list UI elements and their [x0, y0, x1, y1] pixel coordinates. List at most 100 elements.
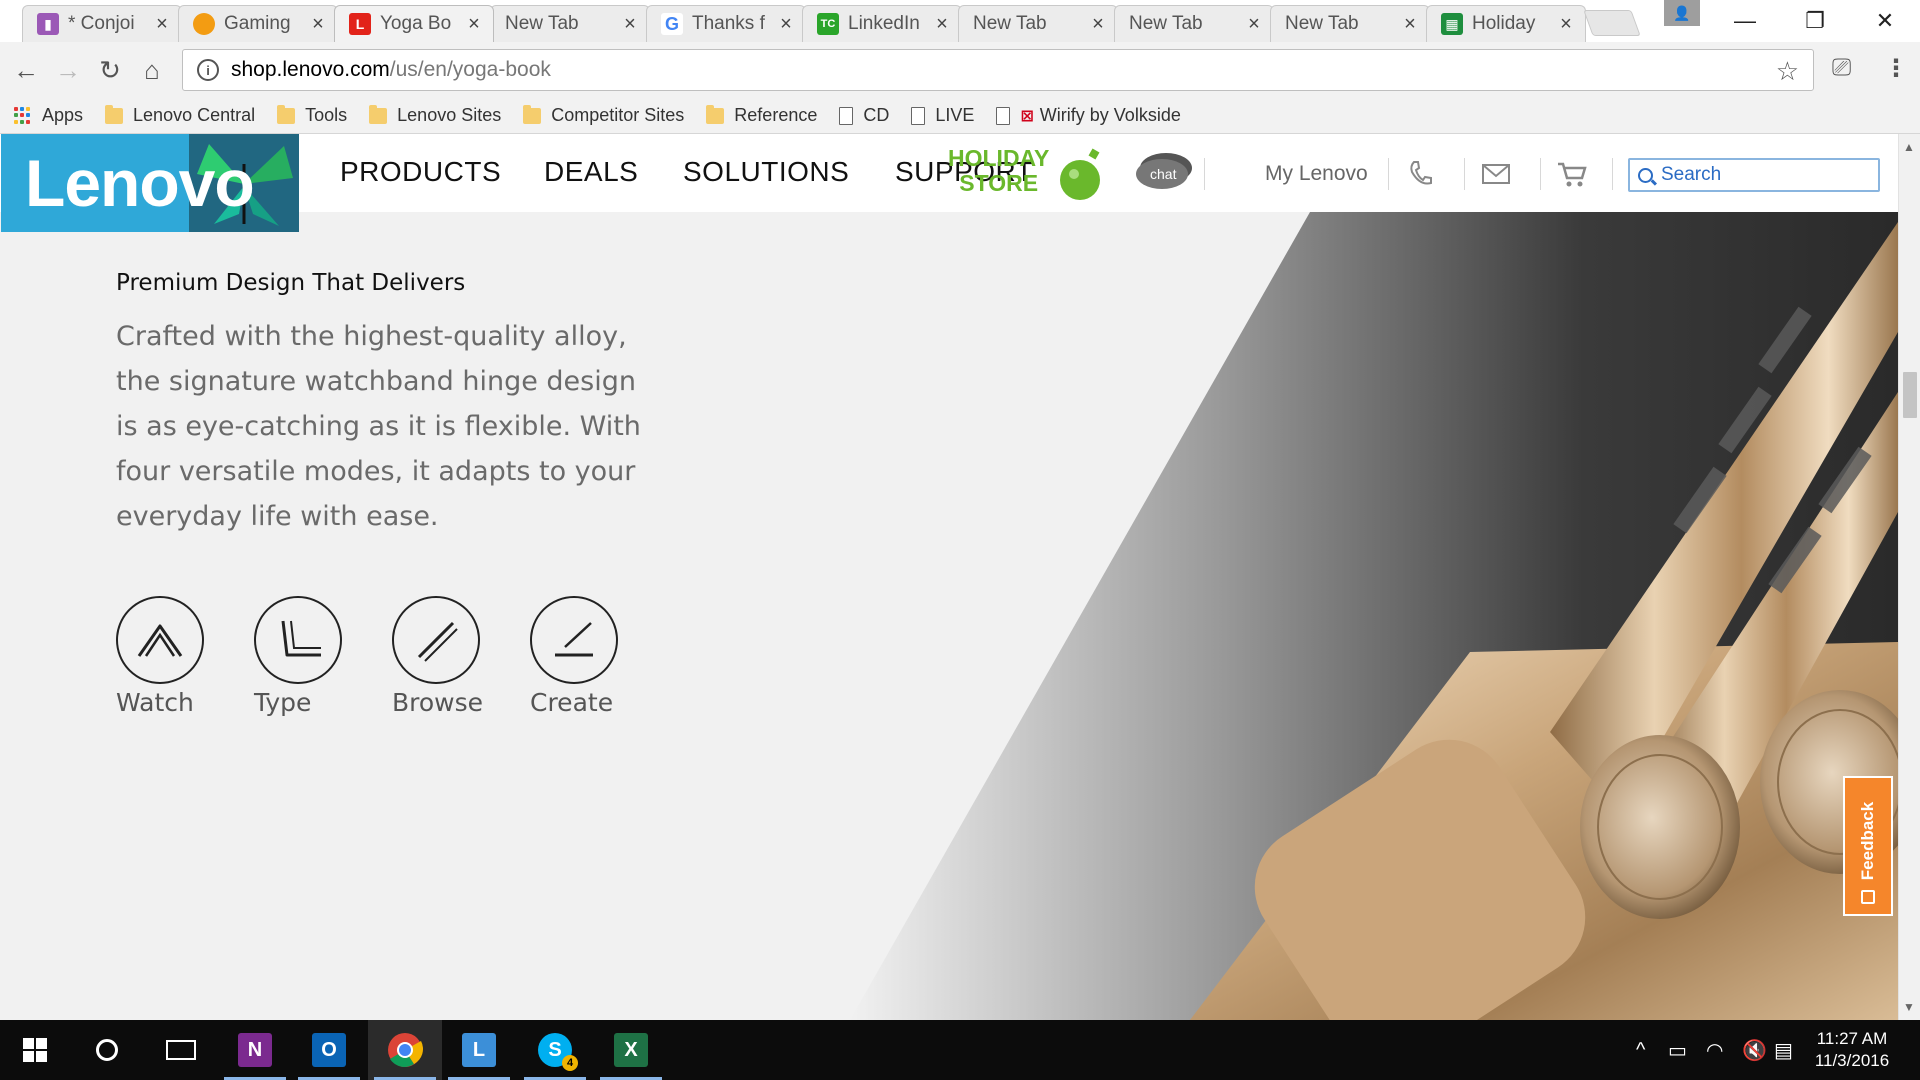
scrollbar-thumb[interactable] [1903, 372, 1917, 418]
site-header: Lenovo PRODUCTS DEALS SOLUTIONS SUPPORT … [0, 134, 1898, 232]
folder-icon [105, 104, 124, 124]
my-lenovo-link[interactable]: My Lenovo [1265, 162, 1368, 186]
taskbar-outlook[interactable]: O [292, 1020, 366, 1080]
show-hidden-icons[interactable]: ^ [1636, 1020, 1645, 1080]
notifications-icon[interactable]: ▤ [1774, 1020, 1793, 1080]
bookmark-lenovo-central[interactable]: Lenovo Central [105, 104, 255, 126]
divider [1204, 158, 1205, 190]
email-icon[interactable] [1480, 158, 1512, 190]
nav-deals[interactable]: DEALS [544, 156, 638, 188]
close-icon[interactable]: × [1089, 13, 1107, 36]
bookmark-star-icon[interactable]: ☆ [1776, 56, 1799, 87]
start-button[interactable] [0, 1020, 70, 1080]
cortana-button[interactable] [70, 1020, 144, 1080]
volume-muted-icon[interactable]: 🔇 [1742, 1020, 1767, 1080]
forward-icon[interactable]: → [48, 50, 88, 90]
windows-logo-icon [23, 1038, 47, 1062]
phone-icon[interactable] [1404, 158, 1436, 190]
bookmark-label: Apps [42, 105, 84, 125]
mode-type: Type [254, 596, 342, 717]
taskbar-chrome[interactable] [368, 1020, 442, 1080]
tab-conjoi[interactable]: ▮ * Conjoi × [22, 5, 182, 42]
tab-strip: ▮ * Conjoi × Gaming × L Yoga Bo × New Ta… [0, 0, 1920, 42]
tab-new-tab[interactable]: New Tab × [1114, 5, 1274, 42]
close-icon[interactable]: × [777, 13, 795, 36]
watch-mode-icon [116, 596, 204, 684]
nav-solutions[interactable]: SOLUTIONS [683, 156, 849, 188]
cortana-icon [96, 1039, 118, 1061]
tab-new-tab[interactable]: New Tab × [490, 5, 650, 42]
tab-linkedin[interactable]: TC LinkedIn × [802, 5, 962, 42]
bookmark-live[interactable]: LIVE [911, 105, 974, 126]
bookmark-wirify[interactable]: ⊠ Wirify by Volkside [996, 105, 1181, 126]
reload-icon[interactable]: ↻ [90, 50, 130, 90]
apps-grid-icon [14, 106, 32, 125]
restore-icon[interactable]: ❐ [1780, 0, 1850, 42]
ornament-icon[interactable] [1058, 148, 1106, 202]
tab-holiday[interactable]: ▦ Holiday × [1426, 5, 1586, 42]
close-icon[interactable]: × [309, 13, 327, 36]
taskbar-onenote[interactable]: N [218, 1020, 292, 1080]
taskbar-excel[interactable]: X [594, 1020, 668, 1080]
outlook-icon: O [312, 1033, 346, 1067]
profile-avatar-icon[interactable]: 👤 [1664, 0, 1700, 26]
lenovo-favicon-icon: L [349, 13, 371, 35]
close-icon[interactable]: × [1401, 13, 1419, 36]
search-input[interactable]: Search [1628, 158, 1880, 192]
cast-icon[interactable]: ⎚ [1832, 54, 1851, 82]
bookmark-label: Tools [305, 105, 348, 125]
taskbar-lync[interactable]: L [442, 1020, 516, 1080]
tab-gaming[interactable]: Gaming × [178, 5, 338, 42]
close-icon[interactable]: × [1245, 13, 1263, 36]
info-icon[interactable]: i [197, 59, 219, 81]
battery-icon[interactable]: ▭ [1668, 1020, 1687, 1080]
nav-products[interactable]: PRODUCTS [340, 156, 501, 188]
close-icon[interactable]: × [621, 13, 639, 36]
cart-icon[interactable] [1556, 158, 1588, 190]
menu-icon[interactable]: ⋮ [1884, 54, 1908, 83]
holiday-store-link[interactable]: HOLIDAY STORE [948, 146, 1049, 196]
new-tab-button[interactable] [1583, 10, 1641, 36]
close-icon[interactable]: × [153, 13, 171, 36]
close-icon[interactable]: × [465, 13, 483, 36]
search-icon [1638, 167, 1653, 183]
scroll-down-icon[interactable]: ▼ [1903, 1000, 1915, 1014]
bookmark-reference[interactable]: Reference [706, 104, 817, 126]
minimize-icon[interactable]: — [1710, 0, 1780, 42]
task-view-button[interactable] [144, 1020, 218, 1080]
chat-icon[interactable]: chat [1134, 150, 1194, 192]
taskbar-skype[interactable]: S 4 [518, 1020, 592, 1080]
lync-icon: L [462, 1033, 496, 1067]
feedback-button[interactable]: Feedback [1843, 776, 1893, 916]
bookmark-cd[interactable]: CD [839, 105, 889, 126]
close-icon[interactable]: × [933, 13, 951, 36]
task-view-icon [166, 1040, 196, 1060]
clock[interactable]: 11:27 AM 11/3/2016 [1806, 1028, 1898, 1072]
scroll-up-icon[interactable]: ▲ [1903, 140, 1915, 154]
address-bar[interactable]: i shop.lenovo.com/us/en/yoga-book ☆ [182, 49, 1814, 91]
bookmark-label: Competitor Sites [551, 105, 685, 125]
tab-new-tab[interactable]: New Tab × [1270, 5, 1430, 42]
bookmark-apps[interactable]: Apps [14, 105, 83, 126]
page-icon [911, 106, 926, 125]
wifi-icon[interactable]: ◠ [1706, 1020, 1723, 1080]
tab-yoga-book[interactable]: L Yoga Bo × [334, 5, 494, 42]
back-icon[interactable]: ← [6, 50, 46, 90]
bookmark-tools[interactable]: Tools [277, 104, 348, 126]
bookmark-competitor-sites[interactable]: Competitor Sites [523, 104, 685, 126]
close-window-icon[interactable]: ✕ [1850, 0, 1920, 42]
mode-watch: Watch [116, 596, 204, 717]
tab-thanks[interactable]: G Thanks f × [646, 5, 806, 42]
bookmark-lenovo-sites[interactable]: Lenovo Sites [369, 104, 501, 126]
holiday-line-2: STORE [959, 170, 1039, 196]
excel-icon: X [614, 1033, 648, 1067]
folder-icon [369, 104, 388, 124]
close-icon[interactable]: × [1557, 13, 1575, 36]
lenovo-logo[interactable]: Lenovo [1, 134, 299, 232]
bookmark-label: CD [863, 105, 890, 125]
clock-time: 11:27 AM [1816, 1029, 1888, 1048]
home-icon[interactable]: ⌂ [132, 50, 172, 90]
tab-new-tab[interactable]: New Tab × [958, 5, 1118, 42]
tab-title: Gaming [224, 13, 291, 34]
page-scrollbar[interactable]: ▲ ▼ [1898, 134, 1920, 1020]
